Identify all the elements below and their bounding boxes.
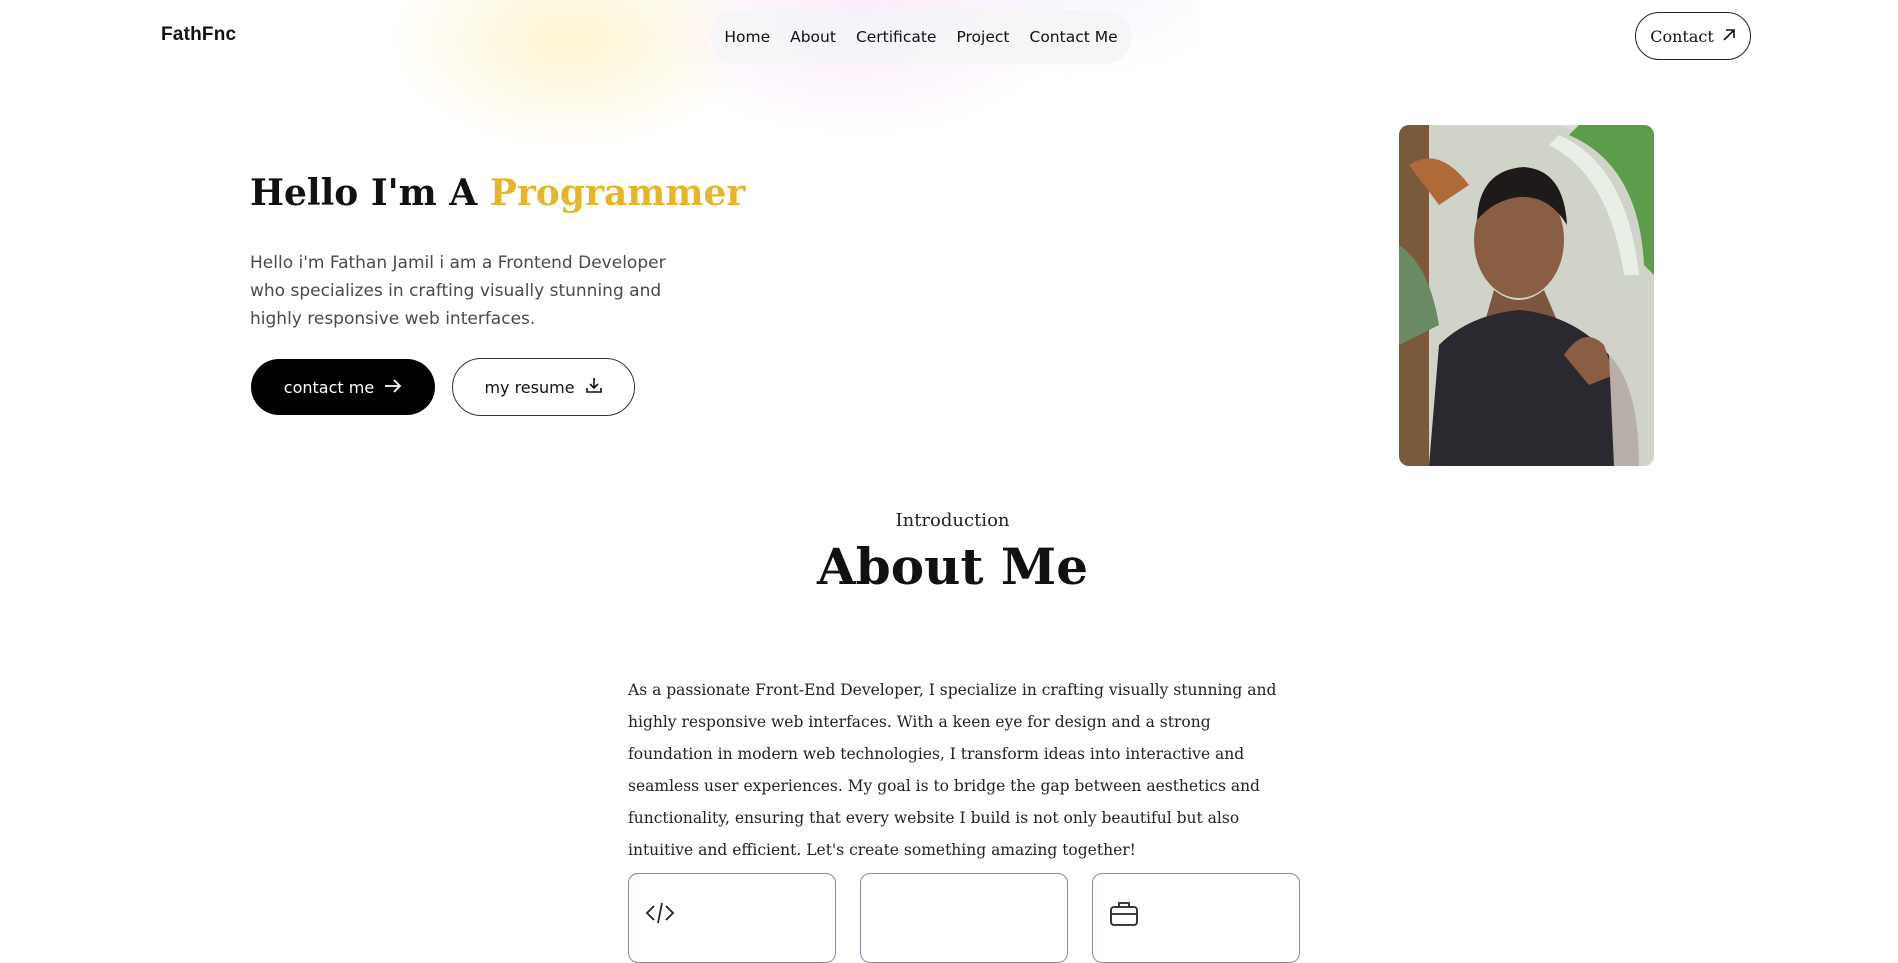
briefcase-icon bbox=[1109, 898, 1139, 932]
hero-title-prefix: Hello I'm A bbox=[250, 172, 490, 214]
profile-photo bbox=[1399, 125, 1654, 466]
nav-project[interactable]: Project bbox=[956, 28, 1009, 46]
skill-card[interactable] bbox=[1092, 873, 1300, 963]
hero-title: Hello I'm A Programmer bbox=[250, 172, 745, 214]
contact-button[interactable]: Contact bbox=[1635, 12, 1751, 60]
section-label: Introduction bbox=[895, 510, 1010, 531]
skill-card[interactable] bbox=[628, 873, 836, 963]
site-logo[interactable]: FathFnc bbox=[161, 24, 236, 46]
hero-title-highlight: Programmer bbox=[489, 172, 746, 214]
contact-me-button[interactable]: contact me bbox=[251, 359, 435, 415]
my-resume-button[interactable]: my resume bbox=[452, 358, 635, 416]
code-icon bbox=[645, 898, 675, 932]
my-resume-label: my resume bbox=[484, 377, 575, 397]
hero-description: Hello i'm Fathan Jamil i am a Frontend D… bbox=[250, 253, 666, 329]
skill-card[interactable] bbox=[860, 873, 1068, 963]
nav-home[interactable]: Home bbox=[724, 28, 770, 46]
arrow-right-icon bbox=[384, 378, 402, 397]
about-text: As a passionate Front-End Developer, I s… bbox=[628, 681, 1277, 859]
top-nav: Home About Certificate Project Contact M… bbox=[710, 10, 1132, 64]
contact-button-label: Contact bbox=[1650, 26, 1714, 46]
download-icon bbox=[585, 376, 603, 398]
arrow-up-right-icon bbox=[1722, 27, 1736, 46]
nav-contact-me[interactable]: Contact Me bbox=[1030, 28, 1118, 46]
about-title: About Me bbox=[816, 537, 1089, 596]
nav-about[interactable]: About bbox=[790, 28, 836, 46]
nav-certificate[interactable]: Certificate bbox=[856, 28, 937, 46]
contact-me-label: contact me bbox=[283, 377, 375, 397]
